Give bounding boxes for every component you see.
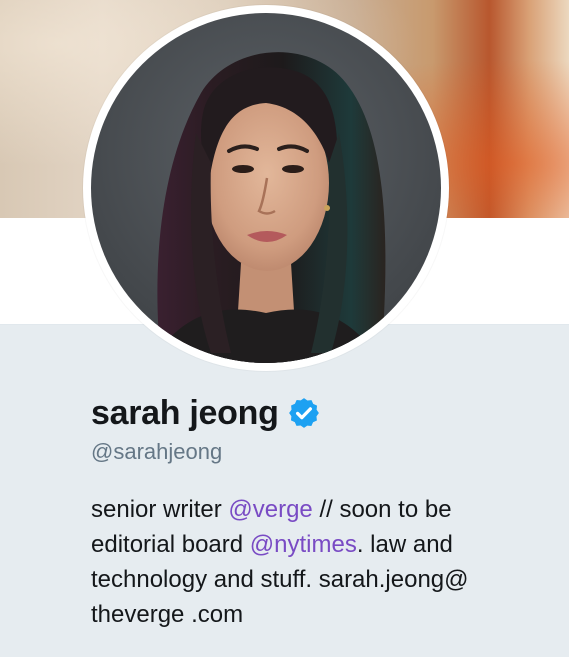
verified-badge-icon — [287, 396, 321, 430]
profile-name[interactable]: sarah jeong — [91, 394, 279, 433]
profile-bio: senior writer @verge // soon to be edito… — [91, 492, 491, 632]
mention-link-nytimes[interactable]: @nytimes — [250, 531, 357, 558]
avatar-portrait-illustration — [151, 52, 386, 363]
mention-link-verge[interactable]: @verge — [228, 496, 312, 523]
avatar[interactable] — [83, 5, 449, 371]
bio-text: editorial board — [91, 531, 250, 558]
name-row: sarah jeong — [91, 393, 531, 433]
bio-text: . law and — [356, 531, 453, 558]
profile-handle[interactable]: @sarahjeong — [91, 439, 531, 469]
bio-text: // soon to be — [312, 496, 452, 523]
bio-line-1: senior writer @verge // soon to be — [91, 492, 491, 527]
bio-line-3: technology and stuff. sarah.jeong@ — [91, 566, 469, 593]
profile-card: sarah jeong @sarahjeong senior writer @v… — [91, 393, 531, 632]
bio-text: senior writer — [91, 496, 229, 523]
bio-line-4: theverge .com — [91, 601, 244, 628]
bio-line-2: editorial board @nytimes. law and — [91, 527, 491, 562]
avatar-photo — [91, 13, 441, 363]
